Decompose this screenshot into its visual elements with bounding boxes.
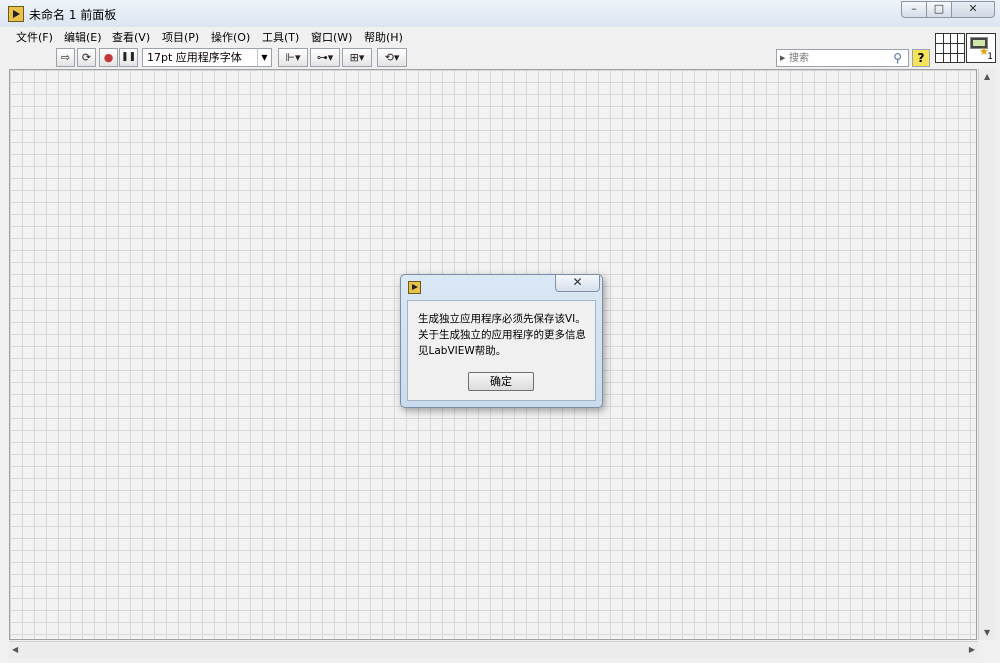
search-input[interactable] <box>789 51 881 65</box>
menu-bar: 文件(F) 编辑(E) 查看(V) 项目(P) 操作(O) 工具(T) 窗口(W… <box>0 27 1000 45</box>
menu-file[interactable]: 文件(F) <box>16 29 53 45</box>
align-objects-icon[interactable]: ⊩▾ <box>278 48 308 67</box>
search-options-icon[interactable]: ▶ <box>780 54 785 62</box>
maximize-button[interactable]: □ <box>926 1 952 18</box>
search-field[interactable]: ▶ ⚲ <box>776 49 909 67</box>
save-required-dialog: ✕ 生成独立应用程序必须先保存该VI。关于生成独立的应用程序的更多信息见LabV… <box>400 274 603 408</box>
distribute-objects-icon[interactable]: ⊶▾ <box>310 48 340 67</box>
minimize-button[interactable]: – <box>901 1 927 18</box>
menu-help[interactable]: 帮助(H) <box>364 29 403 45</box>
pause-icon[interactable]: ❚❚ <box>119 48 138 67</box>
chevron-down-icon: ▼ <box>257 49 271 66</box>
run-arrow-icon[interactable]: ⇨ <box>56 48 75 67</box>
menu-operate[interactable]: 操作(O) <box>211 29 250 45</box>
connector-pane-icon[interactable] <box>935 33 965 63</box>
context-help-button[interactable]: ? <box>912 49 930 67</box>
horizontal-scrollbar[interactable]: ◀ ▶ <box>9 641 978 658</box>
window-title: 未命名 1 前面板 <box>29 8 117 22</box>
run-continuously-icon[interactable]: ⟳ <box>77 48 96 67</box>
labview-front-panel-window: 未命名 1 前面板 – □ ✕ 文件(F) 编辑(E) 查看(V) 项目(P) … <box>0 0 1000 663</box>
font-selector-value: 17pt 应用程序字体 <box>147 51 242 64</box>
search-icon[interactable]: ⚲ <box>893 51 902 65</box>
title-bar: 未命名 1 前面板 – □ ✕ <box>0 0 1000 28</box>
dialog-close-button[interactable]: ✕ <box>555 275 600 292</box>
scroll-right-icon[interactable]: ▶ <box>969 645 975 654</box>
dialog-body: 生成独立应用程序必须先保存该VI。关于生成独立的应用程序的更多信息见LabVIE… <box>407 300 596 401</box>
ok-button[interactable]: 确定 <box>468 372 534 391</box>
vi-icon-number: 1 <box>987 52 993 62</box>
menu-edit[interactable]: 编辑(E) <box>64 29 102 45</box>
abort-execution-icon[interactable]: ● <box>99 48 118 67</box>
menu-window[interactable]: 窗口(W) <box>311 29 352 45</box>
close-button[interactable]: ✕ <box>951 1 995 18</box>
scroll-down-icon[interactable]: ▼ <box>984 628 990 637</box>
vertical-scrollbar[interactable]: ▲ ▼ <box>978 69 995 640</box>
resize-objects-icon[interactable]: ⊞▾ <box>342 48 372 67</box>
vi-icon[interactable]: ★ 1 <box>966 33 996 63</box>
scroll-left-icon[interactable]: ◀ <box>12 645 18 654</box>
font-selector[interactable]: 17pt 应用程序字体 ▼ <box>142 48 272 67</box>
scroll-up-icon[interactable]: ▲ <box>984 72 990 81</box>
reorder-icon[interactable]: ⟲▾ <box>377 48 407 67</box>
labview-dialog-icon <box>408 281 421 294</box>
dialog-message: 生成独立应用程序必须先保存该VI。关于生成独立的应用程序的更多信息见LabVIE… <box>418 313 586 357</box>
toolbar: ⇨ ⟳ ● ❚❚ 17pt 应用程序字体 ▼ ⊩▾ ⊶▾ ⊞▾ ⟲▾ ▶ ⚲ ? <box>0 46 935 69</box>
menu-project[interactable]: 项目(P) <box>162 29 199 45</box>
menu-view[interactable]: 查看(V) <box>112 29 150 45</box>
menu-tools[interactable]: 工具(T) <box>262 29 299 45</box>
labview-app-icon[interactable] <box>8 6 24 22</box>
